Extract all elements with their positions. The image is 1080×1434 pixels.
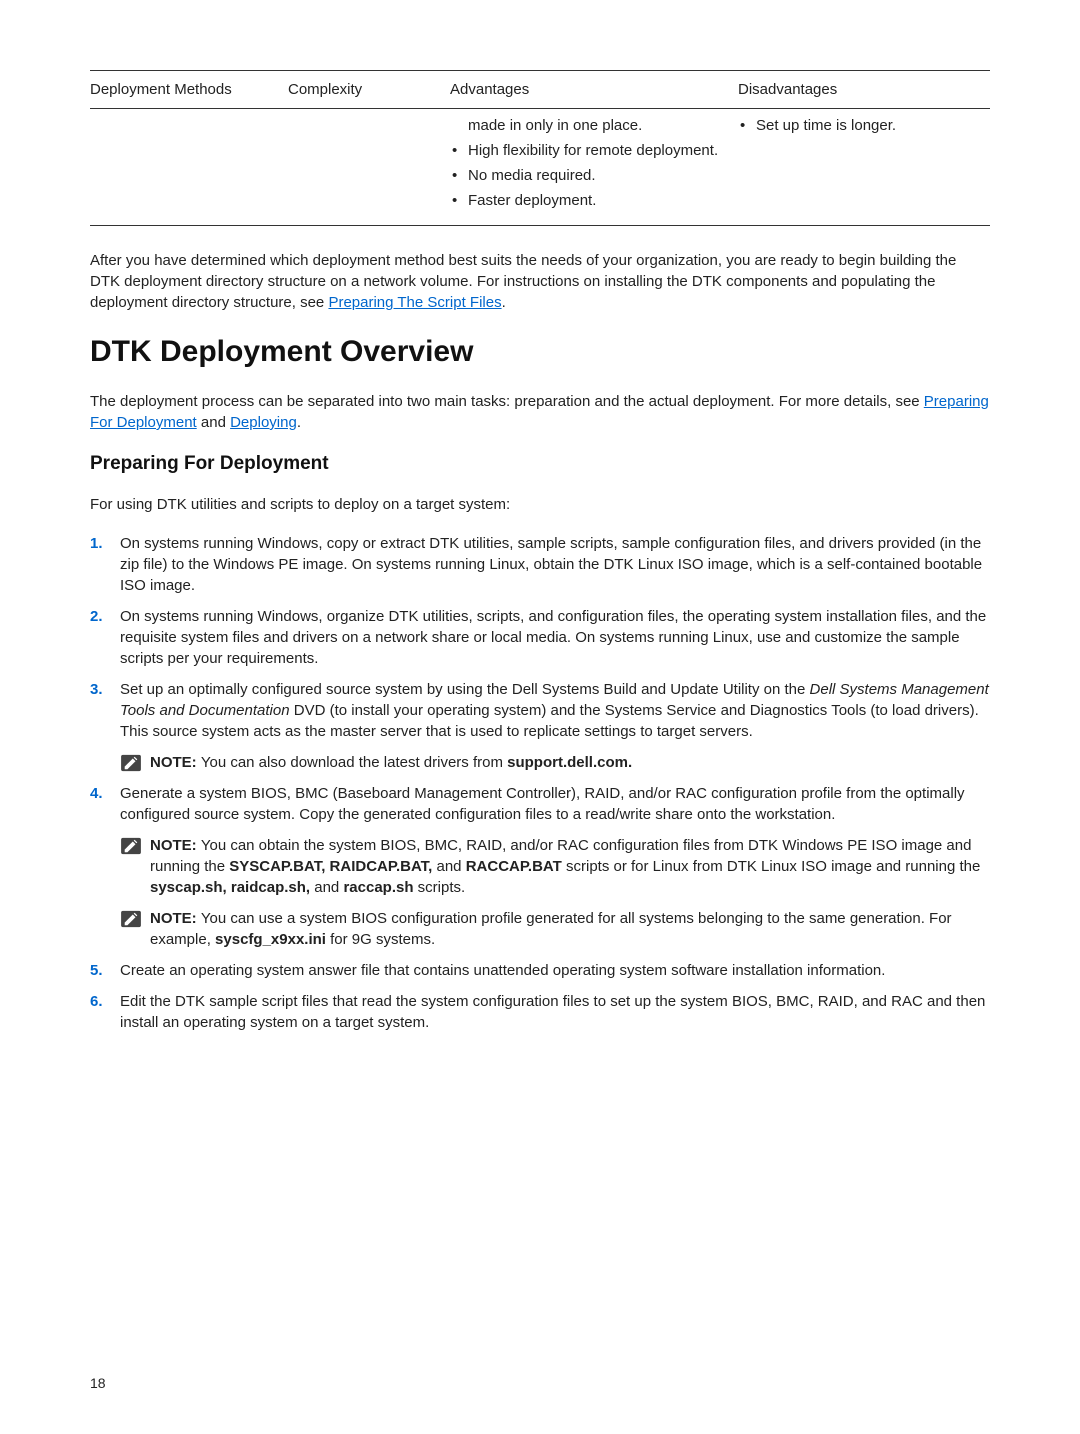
step3-a: Set up an optimally configured source sy… — [120, 681, 810, 698]
note-block: NOTE: You can use a system BIOS configur… — [120, 908, 990, 950]
note-icon — [120, 754, 142, 772]
page-number: 18 — [90, 1374, 106, 1394]
step-3: 3. Set up an optimally configured source… — [90, 679, 990, 773]
step-text: Create an operating system answer file t… — [120, 962, 885, 979]
step-number: 5. — [90, 960, 103, 981]
note-label: NOTE: — [150, 910, 201, 927]
section-heading: Preparing For Deployment — [90, 451, 990, 478]
disadv-item: Set up time is longer. — [738, 115, 980, 136]
n1f: scripts. — [414, 879, 466, 896]
deployment-table: Deployment Methods Complexity Advantages… — [90, 70, 990, 226]
overview-mid: and — [197, 414, 230, 431]
n1c: and — [432, 858, 465, 875]
n2c: for 9G systems. — [326, 931, 435, 948]
n1bold2: RACCAP.BAT — [466, 858, 562, 875]
adv-item: No media required. — [450, 165, 728, 186]
th-advantages: Advantages — [450, 71, 738, 109]
note-icon — [120, 910, 142, 928]
step-2: 2. On systems running Windows, organize … — [90, 606, 990, 669]
note-block: NOTE: You can also download the latest d… — [120, 752, 990, 773]
note-body: You can also download the latest drivers… — [201, 754, 507, 771]
note-text: NOTE: You can use a system BIOS configur… — [150, 908, 990, 950]
adv-item: High flexibility for remote deployment. — [450, 140, 728, 161]
prep-intro: For using DTK utilities and scripts to d… — [90, 494, 990, 515]
n1bold4: raccap.sh — [343, 879, 413, 896]
step-text: On systems running Windows, organize DTK… — [120, 608, 986, 667]
intro-end: . — [502, 294, 506, 311]
deploying-link[interactable]: Deploying — [230, 414, 297, 431]
n1d: scripts or for Linux from DTK Linux ISO … — [562, 858, 981, 875]
step-text: Generate a system BIOS, BMC (Baseboard M… — [120, 785, 965, 823]
intro-text: After you have determined which deployme… — [90, 252, 956, 311]
note-text: NOTE: You can obtain the system BIOS, BM… — [150, 835, 990, 898]
step-5: 5. Create an operating system answer fil… — [90, 960, 990, 981]
th-complexity: Complexity — [288, 71, 450, 109]
note-bold: support.dell.com. — [507, 754, 632, 771]
step-4: 4. Generate a system BIOS, BMC (Baseboar… — [90, 783, 990, 950]
intro-paragraph: After you have determined which deployme… — [90, 250, 990, 313]
note-label: NOTE: — [150, 754, 201, 771]
th-methods: Deployment Methods — [90, 71, 288, 109]
step-text: On systems running Windows, copy or extr… — [120, 535, 982, 594]
note-icon — [120, 837, 142, 855]
note-label: NOTE: — [150, 837, 201, 854]
note-text: NOTE: You can also download the latest d… — [150, 752, 990, 773]
adv-item: Faster deployment. — [450, 190, 728, 211]
note-block: NOTE: You can obtain the system BIOS, BM… — [120, 835, 990, 898]
step-text: Edit the DTK sample script files that re… — [120, 993, 985, 1031]
n1e: and — [310, 879, 343, 896]
n1bold3: syscap.sh, raidcap.sh, — [150, 879, 310, 896]
page-title: DTK Deployment Overview — [90, 331, 990, 373]
step-number: 4. — [90, 783, 103, 804]
step-number: 6. — [90, 991, 103, 1012]
step-number: 2. — [90, 606, 103, 627]
overview-end: . — [297, 414, 301, 431]
step-number: 3. — [90, 679, 103, 700]
n1bold1: SYSCAP.BAT, RAIDCAP.BAT, — [229, 858, 432, 875]
table-row: made in only in one place. High flexibil… — [90, 109, 990, 226]
overview-text: The deployment process can be separated … — [90, 393, 924, 410]
step-6: 6. Edit the DTK sample script files that… — [90, 991, 990, 1033]
step-1: 1. On systems running Windows, copy or e… — [90, 533, 990, 596]
th-disadvantages: Disadvantages — [738, 71, 990, 109]
preparing-script-files-link[interactable]: Preparing The Script Files — [328, 294, 501, 311]
overview-paragraph: The deployment process can be separated … — [90, 391, 990, 433]
step-number: 1. — [90, 533, 103, 554]
n2bold: syscfg_x9xx.ini — [215, 931, 326, 948]
step-text: Set up an optimally configured source sy… — [120, 681, 989, 740]
steps-list: 1. On systems running Windows, copy or e… — [90, 533, 990, 1033]
adv-item: made in only in one place. — [450, 115, 728, 136]
